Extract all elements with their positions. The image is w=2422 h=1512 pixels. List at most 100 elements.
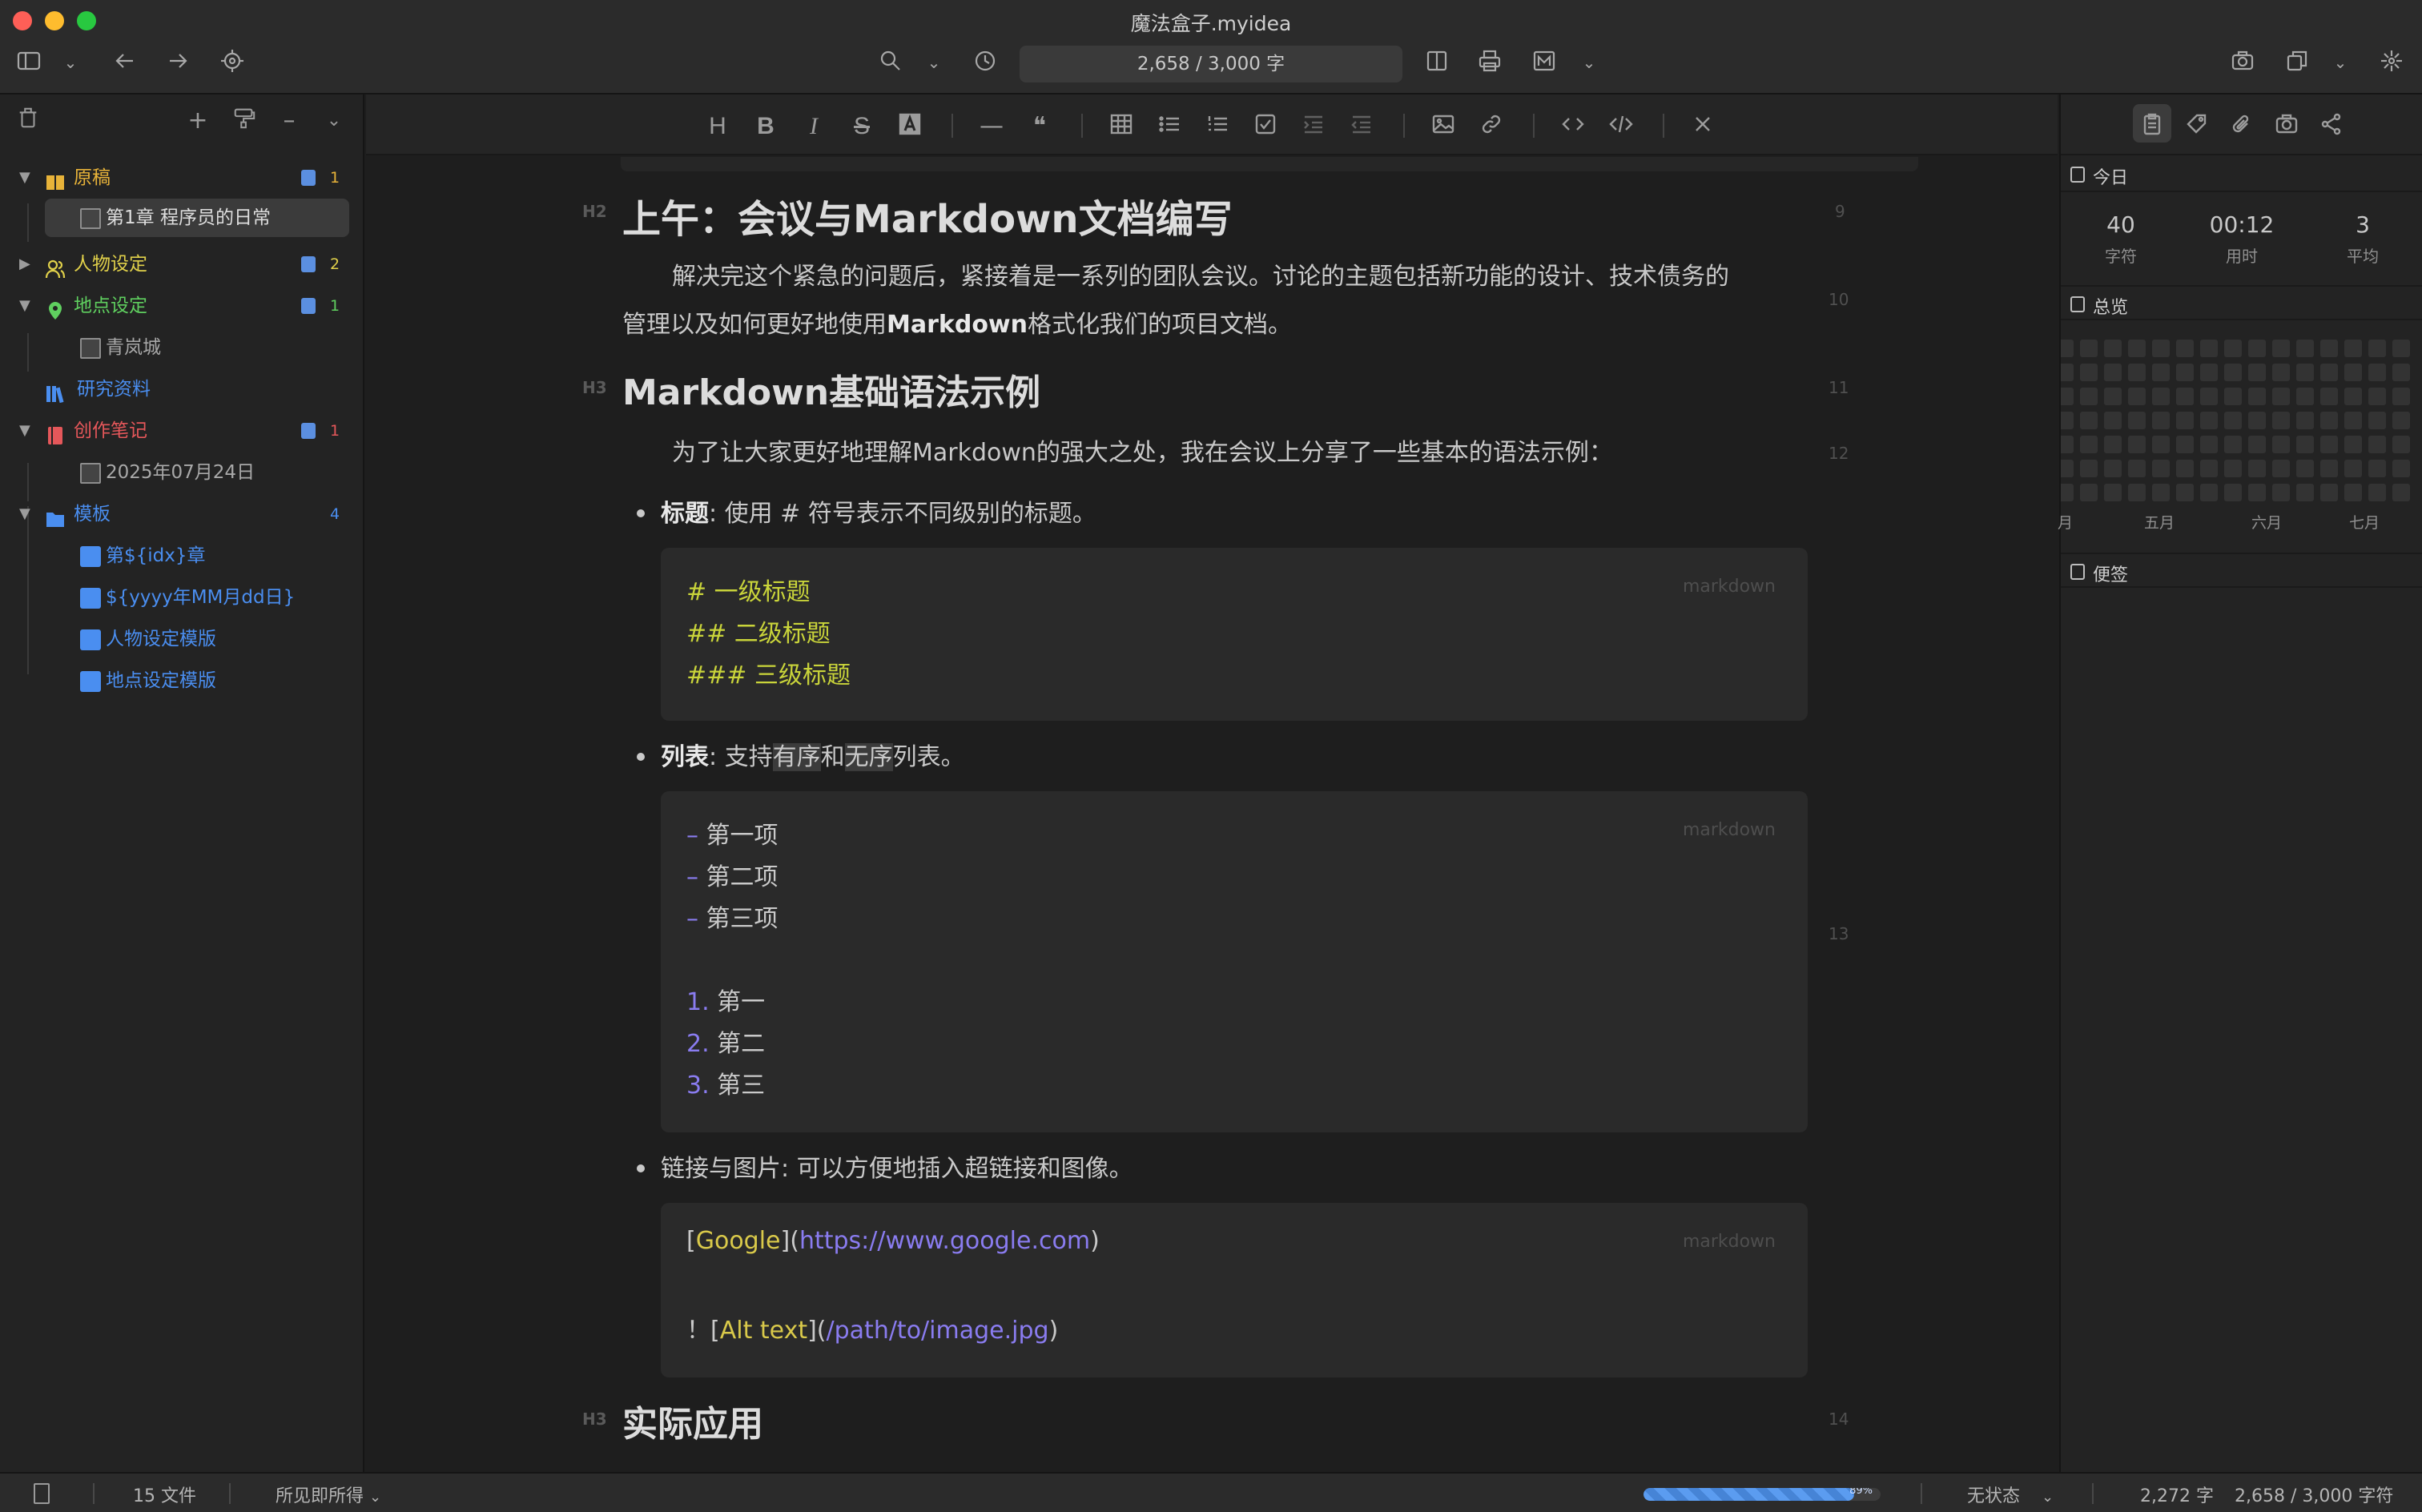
heatmap-cell[interactable] — [2344, 412, 2362, 429]
sidebar-item-manuscript[interactable]: ▼ 原稿 1 — [0, 159, 364, 197]
heatmap-cell[interactable] — [2248, 364, 2266, 381]
outdent-icon[interactable] — [1346, 112, 1378, 141]
heatmap-cell[interactable] — [2296, 436, 2314, 453]
heatmap-cell[interactable] — [2200, 460, 2218, 477]
trash-icon[interactable] — [13, 106, 43, 136]
heatmap-cell[interactable] — [2248, 412, 2266, 429]
horizontal-rule-icon[interactable]: — — [976, 112, 1008, 141]
sidebar-item-qinglan-city[interactable]: 青岚城 — [0, 328, 364, 367]
heatmap-cell[interactable] — [2176, 412, 2194, 429]
heatmap-cell[interactable] — [2080, 436, 2098, 453]
heatmap-cell[interactable] — [2248, 484, 2266, 501]
sidebar-item-template-location[interactable]: 地点设定模版 — [0, 662, 364, 700]
heatmap-cell[interactable] — [2224, 460, 2242, 477]
code-block[interactable]: markdown [Google](https://www.google.com… — [661, 1203, 1808, 1377]
paragraph-line[interactable]: 解决完这个紧急的问题后，紧接着是一系列的团队会议。讨论的主题包括新功能的设计、技… — [672, 253, 1729, 301]
image-icon[interactable] — [1427, 112, 1459, 141]
heatmap-cell[interactable] — [2061, 436, 2074, 453]
heatmap-cell[interactable] — [2200, 340, 2218, 357]
heatmap-cell[interactable] — [2224, 388, 2242, 405]
heatmap-cell[interactable] — [2320, 460, 2338, 477]
heatmap-cell[interactable] — [2344, 340, 2362, 357]
heatmap-cell[interactable] — [2248, 388, 2266, 405]
heatmap-cell[interactable] — [2368, 412, 2386, 429]
heatmap-cell[interactable] — [2128, 436, 2146, 453]
sidebar-item-locations[interactable]: ▼ 地点设定 1 — [0, 287, 364, 325]
heatmap-cell[interactable] — [2152, 484, 2170, 501]
heatmap-cell[interactable] — [2344, 460, 2362, 477]
heatmap-cell[interactable] — [2104, 436, 2122, 453]
heatmap-cell[interactable] — [2061, 484, 2074, 501]
sidebar-item-characters[interactable]: ▶ 人物设定 2 — [0, 245, 364, 284]
heatmap-cell[interactable] — [2392, 364, 2410, 381]
heatmap-cell[interactable] — [2272, 484, 2290, 501]
bullet-list-icon[interactable] — [1153, 112, 1185, 141]
heatmap-cell[interactable] — [2128, 460, 2146, 477]
expand-arrow-icon[interactable]: ▼ — [19, 495, 30, 533]
paragraph-line[interactable]: 为了让大家更好地理解Markdown的强大之处，我在会议上分享了一些基本的语法示… — [672, 429, 1613, 477]
heatmap-cell[interactable] — [2392, 412, 2410, 429]
heatmap-cell[interactable] — [2368, 460, 2386, 477]
heatmap-cell[interactable] — [2128, 364, 2146, 381]
bold-icon[interactable]: B — [750, 112, 782, 141]
heatmap-cell[interactable] — [2104, 484, 2122, 501]
search-icon[interactable] — [876, 48, 905, 77]
heatmap-cell[interactable] — [2368, 364, 2386, 381]
heatmap-cell[interactable] — [2296, 484, 2314, 501]
heatmap-cell[interactable] — [2368, 388, 2386, 405]
heatmap-cell[interactable] — [2224, 484, 2242, 501]
heatmap-cell[interactable] — [2320, 484, 2338, 501]
attachment-tab-icon[interactable] — [2226, 112, 2258, 141]
camera-icon[interactable] — [2228, 48, 2257, 77]
heatmap-cell[interactable] — [2272, 412, 2290, 429]
expand-arrow-icon[interactable]: ▼ — [19, 287, 30, 325]
heatmap-cell[interactable] — [2080, 412, 2098, 429]
link-icon[interactable] — [1475, 112, 1507, 141]
heatmap-cell[interactable] — [2176, 364, 2194, 381]
heatmap-cell[interactable] — [2320, 436, 2338, 453]
heatmap-cell[interactable] — [2176, 388, 2194, 405]
today-section-header[interactable]: 今日 — [2061, 157, 2422, 192]
heatmap-cell[interactable] — [2176, 436, 2194, 453]
heatmap-cell[interactable] — [2200, 364, 2218, 381]
add-icon[interactable]: + — [183, 106, 213, 136]
heatmap-cell[interactable] — [2248, 340, 2266, 357]
split-view-icon[interactable] — [1422, 48, 1451, 77]
list-item[interactable]: 链接与图片: 可以方便地插入超链接和图像。 — [661, 1145, 1133, 1193]
sidebar-item-writing-notes[interactable]: ▼ 创作笔记 1 — [0, 412, 364, 450]
heatmap-cell[interactable] — [2248, 436, 2266, 453]
heatmap-cell[interactable] — [2152, 364, 2170, 381]
history-icon[interactable] — [971, 48, 1000, 77]
editor-mode-select[interactable]: 所见即所得 ⌄ — [276, 1482, 381, 1507]
heatmap-cell[interactable] — [2272, 460, 2290, 477]
sidebar-item-chapter-1[interactable]: 第1章 程序员的日常 — [45, 199, 349, 237]
heatmap-cell[interactable] — [2061, 340, 2074, 357]
code-block-icon[interactable] — [1605, 112, 1637, 141]
heatmap-cell[interactable] — [2200, 484, 2218, 501]
heading-h3[interactable]: 实际应用 — [622, 1395, 763, 1446]
heatmap-cell[interactable] — [2296, 460, 2314, 477]
heatmap-cell[interactable] — [2272, 388, 2290, 405]
back-arrow-icon[interactable] — [111, 48, 139, 77]
sidebar-item-template-date[interactable]: ${yyyy年MM月dd日} — [0, 578, 364, 617]
heatmap-cell[interactable] — [2296, 412, 2314, 429]
heatmap-cell[interactable] — [2104, 364, 2122, 381]
heatmap-cell[interactable] — [2176, 484, 2194, 501]
document-info-icon[interactable] — [34, 1483, 50, 1504]
heatmap-cell[interactable] — [2344, 364, 2362, 381]
sidebar-item-template-chapter[interactable]: 第${idx}章 — [0, 537, 364, 575]
heatmap-cell[interactable] — [2368, 484, 2386, 501]
heatmap-cell[interactable] — [2320, 388, 2338, 405]
editor-area[interactable]: H2 上午：会议与Markdown文档编写 9 解决完这个紧急的问题后，紧接着是… — [366, 157, 2058, 1470]
heatmap-cell[interactable] — [2272, 436, 2290, 453]
expand-arrow-icon[interactable]: ▼ — [19, 412, 30, 450]
heatmap-cell[interactable] — [2128, 484, 2146, 501]
word-count-display[interactable]: 2,658 / 3,000 字 — [1020, 46, 1402, 82]
italic-icon[interactable]: I — [798, 112, 830, 141]
snapshot-tab-icon[interactable] — [2271, 112, 2303, 141]
heatmap-cell[interactable] — [2344, 436, 2362, 453]
table-icon[interactable] — [1105, 112, 1137, 141]
heatmap-cell[interactable] — [2392, 460, 2410, 477]
paragraph-line[interactable]: 管理以及如何更好地使用Markdown格式化我们的项目文档。 — [622, 301, 1292, 349]
status-select[interactable]: 无状态 ⌄ — [1967, 1482, 2054, 1507]
